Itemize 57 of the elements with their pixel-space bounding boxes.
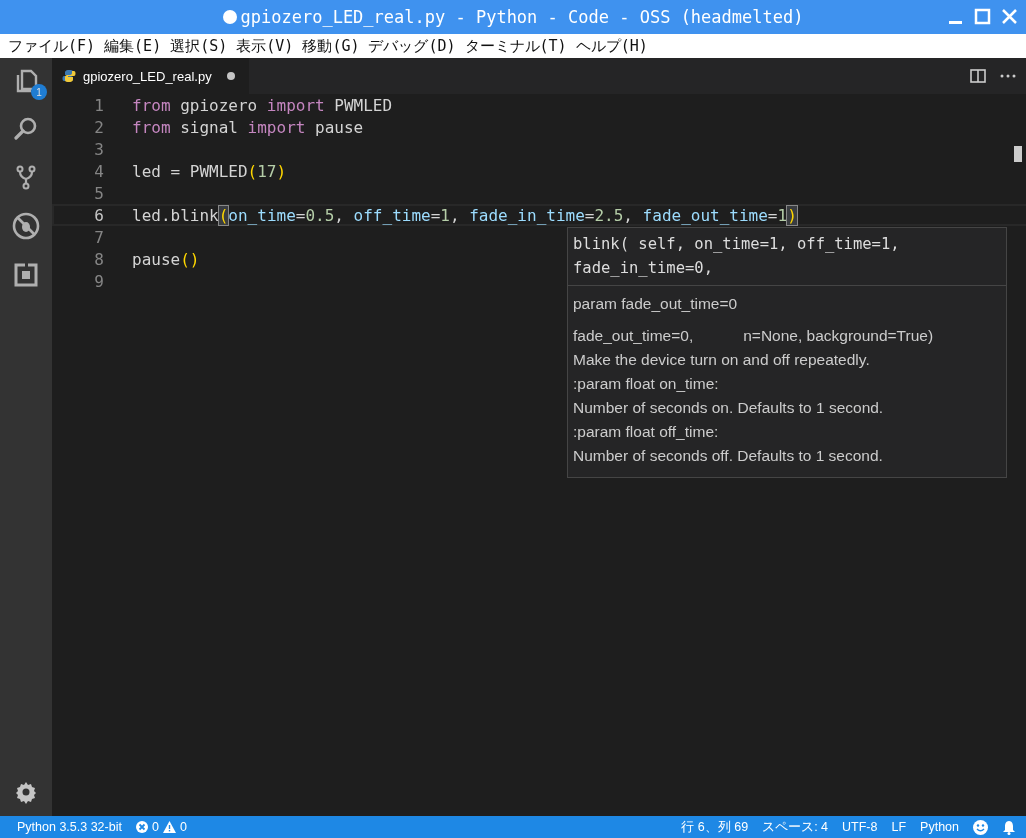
menu-item[interactable]: 表示(V) <box>236 36 294 56</box>
menu-item[interactable]: ファイル(F) <box>8 36 96 56</box>
extensions-icon[interactable] <box>13 262 39 288</box>
line-ending-status[interactable]: LF <box>891 820 907 834</box>
doc-text: n=None, background=True) <box>743 326 934 346</box>
bell-icon[interactable] <box>1002 819 1016 835</box>
error-icon <box>135 821 148 833</box>
maximize-icon[interactable] <box>974 8 991 25</box>
python-icon <box>62 69 76 83</box>
search-icon[interactable] <box>13 116 39 142</box>
line-number: 3 <box>93 139 104 159</box>
code-line: from signal import pause <box>132 117 364 137</box>
encoding-status[interactable]: UTF-8 <box>842 820 878 834</box>
warning-icon <box>162 821 176 833</box>
settings-icon[interactable] <box>14 780 38 804</box>
line-number: 6 <box>93 205 104 225</box>
scrollbar-marker <box>1014 146 1022 162</box>
editor-tab[interactable]: gpiozero_LED_real.py <box>52 58 249 94</box>
line-number: 9 <box>93 271 104 291</box>
line-number: 1 <box>93 95 104 115</box>
doc-text: Make the device turn on and off repeatedly. <box>573 350 870 370</box>
warning-count[interactable]: 0 <box>179 820 187 834</box>
split-editor-icon[interactable] <box>970 69 986 83</box>
cursor-position[interactable]: 行 6、列 69 <box>681 818 749 836</box>
doc-text: fade_out_time=0, <box>573 326 694 346</box>
line-number: 5 <box>93 183 104 203</box>
menu-item[interactable]: ターミナル(T) <box>464 36 567 56</box>
debug-icon[interactable] <box>12 212 40 240</box>
interpreter-status[interactable]: Python 3.5.3 32-bit <box>17 820 122 834</box>
line-number: 2 <box>93 117 104 137</box>
notification-badge: 1 <box>31 84 47 100</box>
window-title: gpiozero_LED_real.py - Python - Code - OSS (headmelted) <box>240 7 804 27</box>
doc-text: :param float on_time: <box>573 374 719 394</box>
line-number: 8 <box>93 249 104 269</box>
doc-text: :param float off_time: <box>573 422 719 442</box>
doc-text: param fade_out_time=0 <box>573 294 738 314</box>
code-line: led.blink(on_time=0.5, off_time=1, fade_in_time=2.5, fade_out_time=1) <box>132 205 797 225</box>
signature-text: blink( self, on_time=1, off_time=1, <box>573 234 901 255</box>
close-icon[interactable] <box>1001 8 1018 25</box>
code-line: pause() <box>132 249 200 269</box>
menu-item[interactable]: 移動(G) <box>302 36 360 56</box>
line-number: 4 <box>93 161 104 181</box>
doc-text: Number of seconds on. Defaults to 1 second. <box>573 398 884 418</box>
menu-item[interactable]: 選択(S) <box>170 36 228 56</box>
menu-item[interactable]: デバッグ(D) <box>368 36 456 56</box>
signature-text: fade_in_time=0, <box>573 258 714 279</box>
menu-item[interactable]: 編集(E) <box>104 36 162 56</box>
line-number: 7 <box>93 227 104 247</box>
smiley-icon[interactable] <box>973 819 988 835</box>
code-line: from gpiozero import PWMLED <box>132 95 393 115</box>
code-line: led = PWMLED(17) <box>132 161 287 181</box>
doc-text: Number of seconds off. Defaults to 1 second. <box>573 446 883 466</box>
more-icon[interactable] <box>1000 74 1016 78</box>
menu-item[interactable]: ヘルプ(H) <box>575 36 648 56</box>
indentation-status[interactable]: スペース: 4 <box>762 818 829 836</box>
error-count[interactable]: 0 <box>151 820 159 834</box>
language-mode[interactable]: Python <box>920 820 959 834</box>
